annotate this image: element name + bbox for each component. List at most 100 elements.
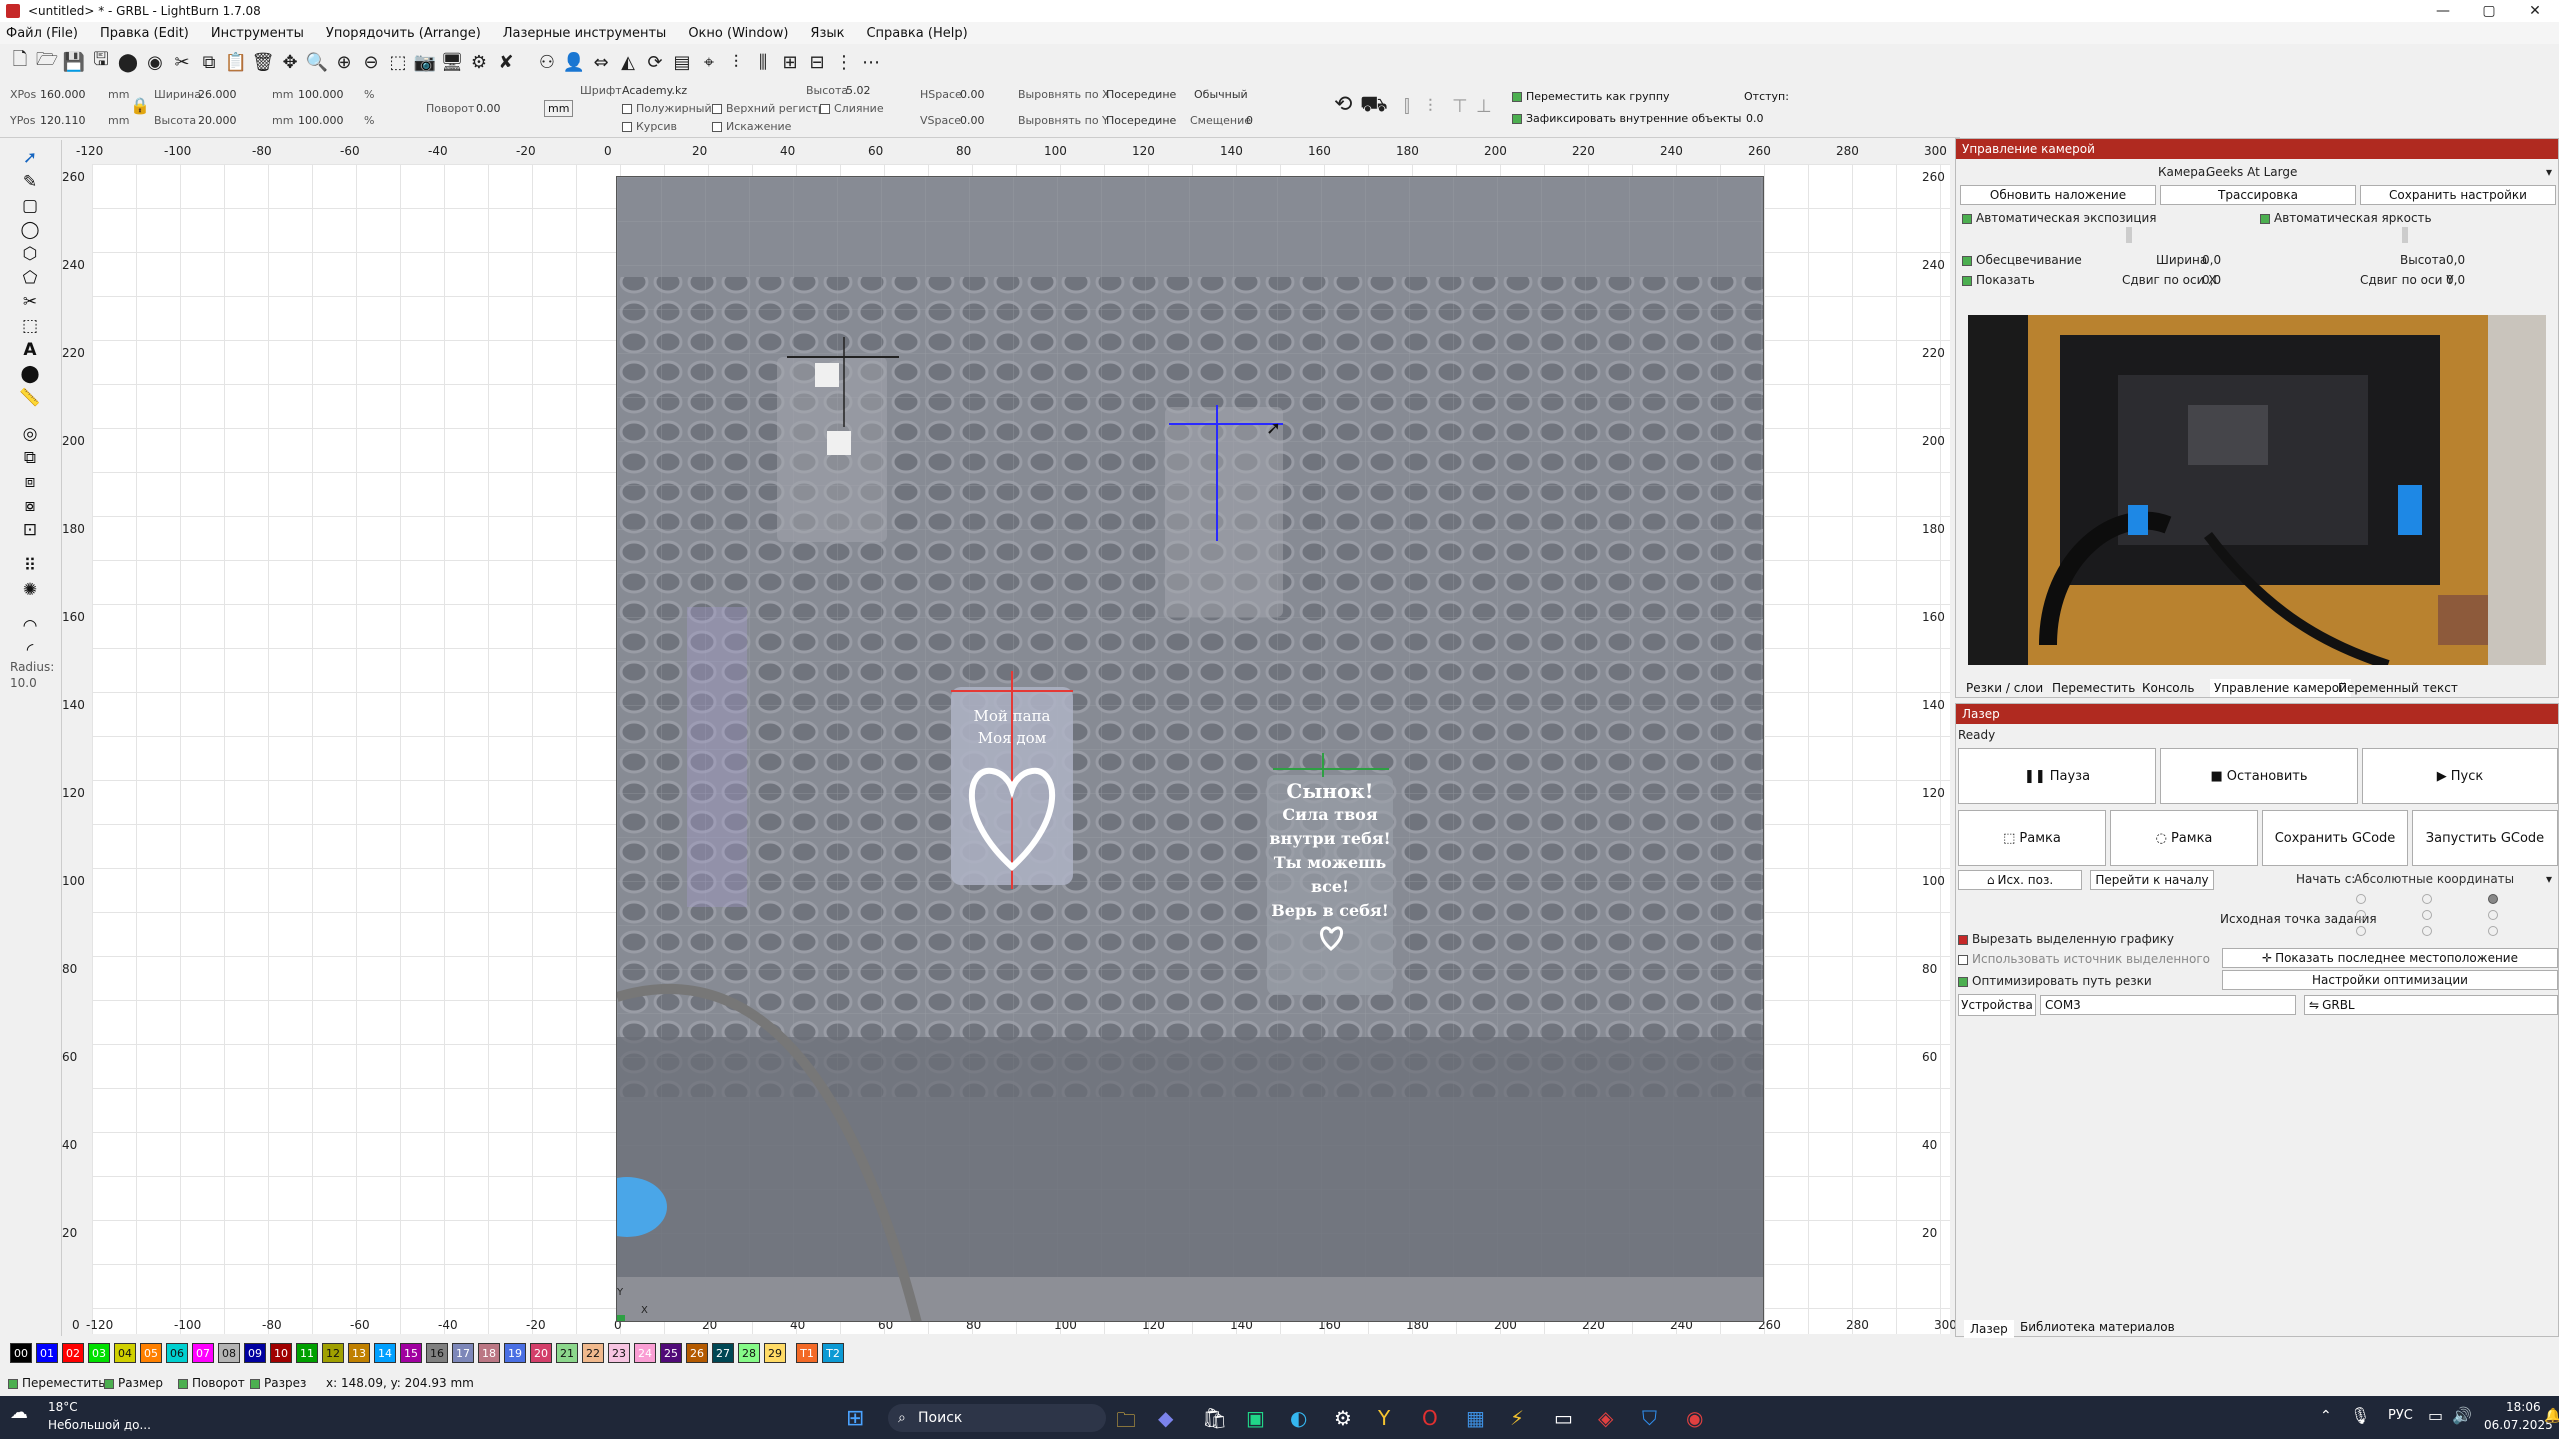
align-left-icon[interactable]: ⫿ [1404, 96, 1410, 117]
show-last-position-button[interactable]: ✛ Показать последнее местоположение [2222, 948, 2558, 968]
polygon-tool-icon[interactable]: ⬡ [18, 244, 42, 266]
show-overlay-checkbox[interactable] [1962, 275, 1972, 286]
font-select[interactable]: Academy.kz [622, 84, 687, 97]
zoom-out-icon[interactable]: ⊖ [359, 50, 383, 74]
fade-checkbox[interactable] [1962, 255, 1972, 266]
grid-array-icon[interactable]: ⠿ [18, 556, 42, 578]
distort-checkbox[interactable] [712, 122, 722, 132]
devices-button[interactable]: Устройства [1958, 994, 2036, 1016]
teams-icon[interactable]: ◆ [1158, 1406, 1173, 1430]
optimize-path-checkbox[interactable] [1958, 976, 1968, 987]
lightburn-app-icon[interactable]: ◉ [1686, 1406, 1703, 1430]
fix-inner-objects-checkbox[interactable] [1512, 114, 1522, 124]
laser-bed-camera-overlay[interactable]: Мой папа Моя дом Сынок! Сила твоя внутри… [616, 176, 1764, 1322]
color-swatch[interactable]: 21 [556, 1343, 578, 1363]
distribute-icon[interactable]: ⫼ [751, 50, 775, 74]
scale-height-input[interactable]: 100.000 [298, 114, 344, 127]
color-swatch[interactable]: 14 [374, 1343, 396, 1363]
pycharm-icon[interactable]: ▣ [1246, 1406, 1265, 1430]
hspace-input[interactable]: 0.00 [960, 88, 985, 101]
color-swatch[interactable]: 19 [504, 1343, 526, 1363]
path-text-icon[interactable]: ⟲ [1334, 92, 1352, 117]
tray-expand-icon[interactable]: ⌃ [2320, 1408, 2332, 1424]
color-swatch[interactable]: T2 [822, 1343, 844, 1363]
ypos-input[interactable]: 120.110 [40, 114, 86, 127]
ellipse-tool-icon[interactable]: ◯ [18, 220, 42, 242]
color-swatch[interactable]: 04 [114, 1343, 136, 1363]
color-swatch[interactable]: 18 [478, 1343, 500, 1363]
weld-checkbox[interactable] [820, 104, 830, 114]
align-x-select[interactable]: Посередине [1106, 88, 1176, 101]
cut-selected-checkbox[interactable] [1958, 934, 1968, 945]
rotate-icon[interactable]: ⟳ [643, 50, 667, 74]
monitor-icon[interactable]: 🖥 [440, 50, 464, 74]
color-swatch[interactable]: 23 [608, 1343, 630, 1363]
color-swatch[interactable]: 01 [36, 1343, 58, 1363]
color-swatch[interactable]: 29 [764, 1343, 786, 1363]
volume-icon[interactable]: 🔊 [2452, 1406, 2472, 1425]
update-overlay-button[interactable]: Обновить наложение [1960, 185, 2156, 205]
yandex-icon[interactable]: Y [1378, 1406, 1390, 1430]
color-swatch[interactable]: 24 [634, 1343, 656, 1363]
size-snap-checkbox[interactable] [104, 1378, 114, 1389]
flip-horizontal-icon[interactable]: ⇔ [589, 50, 613, 74]
frame-round-button[interactable]: ◌ Рамка [2110, 810, 2258, 866]
color-swatch[interactable]: 09 [244, 1343, 266, 1363]
save-icon[interactable]: 💾 [62, 50, 86, 74]
edge-icon[interactable]: ◐ [1290, 1406, 1307, 1430]
bold-checkbox[interactable] [622, 104, 632, 114]
weld-icon[interactable]: ⊡ [18, 520, 42, 542]
boolean-union-icon[interactable]: ⧉ [18, 448, 42, 470]
align-middle-icon[interactable]: ⊟ [805, 50, 829, 74]
opera-icon[interactable]: O [1422, 1406, 1438, 1430]
pause-button[interactable]: ❚❚ Пауза [1958, 748, 2156, 804]
color-swatch[interactable]: T1 [796, 1343, 818, 1363]
job-origin-grid[interactable] [2356, 894, 2506, 938]
tools-icon[interactable]: ✘ [494, 50, 518, 74]
trace-button[interactable]: Трассировка [2160, 185, 2356, 205]
cut-snap-checkbox[interactable] [250, 1378, 260, 1389]
mirror-icon[interactable]: ◭ [616, 50, 640, 74]
offset-tool-icon[interactable]: ◎ [18, 424, 42, 446]
distribute-v-icon[interactable]: ⋮ [832, 50, 856, 74]
move-snap-checkbox[interactable] [8, 1378, 18, 1389]
menu-language[interactable]: Язык [810, 26, 844, 41]
boolean-intersect-icon[interactable]: ⧇ [18, 496, 42, 518]
color-swatch[interactable]: 15 [400, 1343, 422, 1363]
weather-icon[interactable]: ☁ [10, 1402, 28, 1423]
rotate-snap-checkbox[interactable] [178, 1378, 188, 1389]
array-icon[interactable]: ▤ [670, 50, 694, 74]
maximize-button[interactable]: ▢ [2466, 0, 2512, 22]
color-swatch[interactable]: 10 [270, 1343, 292, 1363]
camera-overlay-icon[interactable]: ⛟ [1360, 92, 1388, 120]
align-icon[interactable]: ⫶ [724, 50, 748, 74]
exposure-slider[interactable] [2126, 227, 2132, 243]
keyboard-language[interactable]: РУС [2388, 1408, 2413, 1423]
overlay-height-input[interactable]: 0,0 [2446, 253, 2465, 267]
settings-icon[interactable]: ⚙ [467, 50, 491, 74]
shift-x-input[interactable]: 0,0 [2202, 273, 2221, 287]
menu-window[interactable]: Окно (Window) [688, 26, 788, 41]
save-camera-settings-button[interactable]: Сохранить настройки [2360, 185, 2556, 205]
color-swatch[interactable]: 20 [530, 1343, 552, 1363]
store-icon[interactable]: 🛍 [1202, 1406, 1227, 1430]
go-to-origin-button[interactable]: Перейти к началу [2090, 870, 2214, 890]
user-icon[interactable]: 👤 [562, 50, 586, 74]
port-select[interactable]: COM3 [2040, 995, 2296, 1015]
tab-cuts-layers[interactable]: Резки / слои [1966, 681, 2043, 695]
text-height-input[interactable]: 5.02 [846, 84, 871, 97]
select-tool-icon[interactable]: ➚ [18, 148, 42, 170]
frame-rect-button[interactable]: ⬚ Рамка [1958, 810, 2106, 866]
menu-file[interactable]: Файл (File) [6, 26, 78, 41]
uppercase-checkbox[interactable] [712, 104, 722, 114]
scale-width-input[interactable]: 100.000 [298, 88, 344, 101]
auto-exposure-checkbox[interactable] [1962, 213, 1972, 224]
move-as-group-checkbox[interactable] [1512, 92, 1522, 102]
defender-icon[interactable]: ⛉ [1642, 1406, 1657, 1430]
text-style-select[interactable]: Обычный [1194, 88, 1248, 101]
lightburn-taskbar-icon[interactable]: ◈ [1598, 1406, 1613, 1430]
round-corner-icon[interactable]: ◜ [18, 640, 42, 662]
stop-button[interactable]: ■ Остановить [2160, 748, 2358, 804]
import-icon[interactable]: ⬤ [116, 50, 140, 74]
target-icon[interactable]: ⌖ [697, 50, 721, 74]
